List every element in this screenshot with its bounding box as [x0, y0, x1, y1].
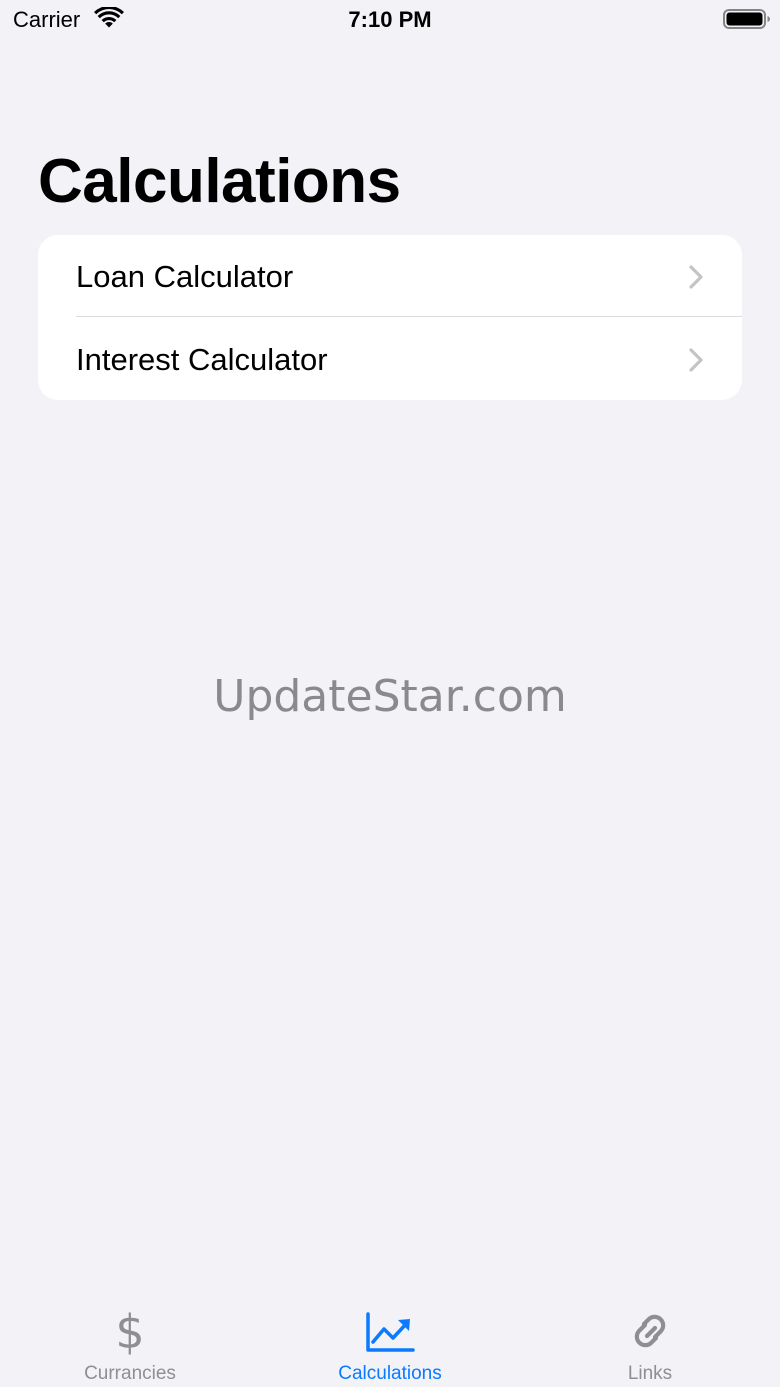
row-separator: [76, 316, 742, 317]
tab-bar: $ Currancies Calculations Links: [0, 1290, 780, 1387]
tab-links[interactable]: Links: [520, 1290, 780, 1387]
status-time: 7:10 PM: [348, 7, 432, 32]
link-icon: [634, 1314, 666, 1348]
list-item-interest-calculator[interactable]: Interest Calculator: [38, 318, 742, 400]
list-item-label: Interest Calculator: [76, 342, 328, 377]
tab-currancies[interactable]: $ Currancies: [0, 1290, 260, 1387]
dollar-sign-icon: $: [115, 1306, 144, 1356]
battery-icon: [723, 9, 770, 29]
list-item-label: Loan Calculator: [76, 259, 294, 294]
tab-label: Calculations: [338, 1363, 442, 1384]
calculations-list: Loan Calculator Interest Calculator: [38, 235, 742, 400]
tab-label: Currancies: [84, 1363, 176, 1384]
svg-text:$: $: [115, 1306, 144, 1356]
tab-calculations[interactable]: Calculations: [260, 1290, 520, 1387]
chevron-right-icon: [689, 265, 703, 289]
status-bar: Carrier 7:10 PM: [0, 0, 780, 40]
page-title: Calculations: [38, 147, 401, 216]
list-item-loan-calculator[interactable]: Loan Calculator: [38, 235, 742, 317]
watermark-text: UpdateStar.com: [213, 671, 567, 722]
chevron-right-icon: [689, 348, 703, 372]
chart-line-uptrend-icon: [366, 1312, 415, 1352]
tab-label: Links: [627, 1363, 673, 1384]
